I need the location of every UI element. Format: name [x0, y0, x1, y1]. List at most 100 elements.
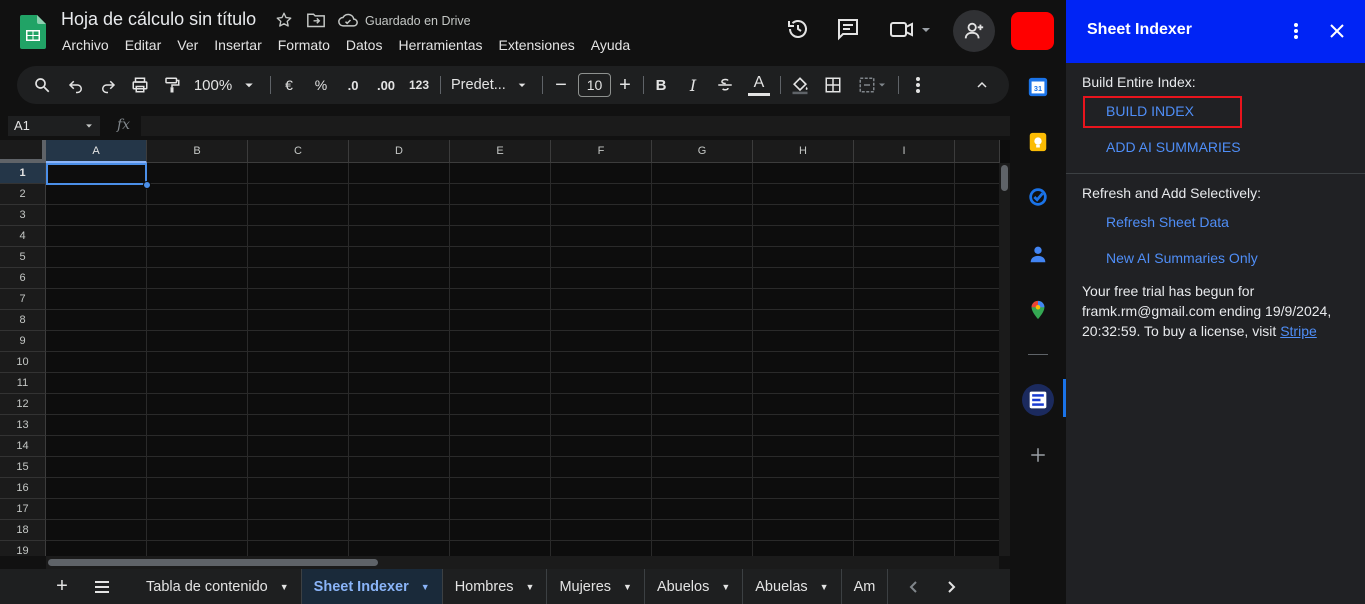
print-icon[interactable] [127, 66, 153, 104]
star-icon[interactable] [275, 11, 295, 31]
column-header[interactable]: G [652, 140, 753, 163]
add-ai-summaries-button[interactable]: ADD AI SUMMARIES [1106, 139, 1241, 155]
search-menus-icon[interactable] [29, 66, 55, 104]
move-folder-icon[interactable] [306, 11, 326, 31]
row-header[interactable]: 9 [0, 331, 46, 352]
name-box[interactable]: A1 [8, 116, 100, 136]
row-header[interactable]: 8 [0, 310, 46, 331]
share-button[interactable] [953, 10, 995, 52]
merge-cells-icon[interactable] [853, 66, 893, 104]
sheet-tab[interactable]: Mujeres ▼ [547, 569, 645, 604]
chevron-down-icon[interactable]: ▼ [623, 582, 632, 592]
column-header[interactable]: A [46, 140, 147, 163]
formula-input[interactable] [141, 116, 1010, 136]
new-ai-summaries-button[interactable]: New AI Summaries Only [1106, 250, 1258, 266]
menu-insertar[interactable]: Insertar [206, 35, 269, 57]
stripe-link[interactable]: Stripe [1280, 323, 1317, 339]
column-header[interactable]: E [450, 140, 551, 163]
sheet-tab[interactable]: Sheet Indexer ▼ [301, 569, 443, 604]
calendar-icon[interactable]: 31 [1025, 74, 1051, 100]
strikethrough-icon[interactable] [714, 66, 736, 104]
sheet-indexer-addon-icon[interactable] [1022, 384, 1054, 416]
decrease-font-size-icon[interactable]: − [551, 66, 571, 104]
more-vert-icon[interactable] [1290, 20, 1302, 42]
all-sheets-icon[interactable] [90, 569, 114, 604]
horizontal-scroll-thumb[interactable] [48, 559, 378, 566]
menu-formato[interactable]: Formato [270, 35, 338, 57]
sheet-tab[interactable]: Abuelas ▼ [743, 569, 842, 604]
increase-font-size-icon[interactable]: + [615, 66, 635, 104]
chevron-down-icon[interactable]: ▼ [721, 582, 730, 592]
menu-ayuda[interactable]: Ayuda [583, 35, 638, 57]
row-header[interactable]: 1 [0, 163, 46, 184]
column-header[interactable]: H [753, 140, 854, 163]
decrease-decimal-button[interactable]: .0 [341, 66, 365, 104]
menu-ver[interactable]: Ver [169, 35, 206, 57]
column-header[interactable]: C [248, 140, 349, 163]
bold-button[interactable]: B [651, 66, 671, 104]
percent-format-button[interactable]: % [311, 66, 331, 104]
currency-format-button[interactable]: € [279, 66, 299, 104]
more-formats-button[interactable]: 123 [407, 66, 431, 104]
row-header[interactable]: 17 [0, 499, 46, 520]
row-header[interactable]: 19 [0, 541, 46, 556]
text-color-button[interactable]: A [746, 66, 772, 104]
chevron-down-icon[interactable]: ▼ [526, 582, 535, 592]
selected-cell[interactable] [46, 163, 147, 185]
menu-extensiones[interactable]: Extensiones [490, 35, 582, 57]
chevron-down-icon[interactable]: ▼ [280, 582, 289, 592]
font-size-input[interactable]: 10 [578, 73, 611, 97]
row-header[interactable]: 13 [0, 415, 46, 436]
get-addons-icon[interactable] [1025, 442, 1051, 468]
chevron-down-icon[interactable]: ▼ [421, 582, 430, 592]
sheet-tab[interactable]: Tabla de contenido ▼ [134, 569, 302, 604]
vertical-scrollbar[interactable] [999, 163, 1010, 556]
maps-icon[interactable] [1025, 297, 1051, 323]
row-header[interactable]: 7 [0, 289, 46, 310]
row-header[interactable]: 12 [0, 394, 46, 415]
row-header[interactable]: 3 [0, 205, 46, 226]
row-header[interactable]: 14 [0, 436, 46, 457]
fill-color-icon[interactable] [787, 66, 813, 104]
horizontal-scrollbar[interactable] [46, 556, 999, 569]
meet-icon[interactable] [886, 15, 934, 43]
scroll-tabs-left-icon[interactable] [903, 569, 923, 604]
row-header[interactable]: 2 [0, 184, 46, 205]
refresh-sheet-data-button[interactable]: Refresh Sheet Data [1106, 214, 1229, 230]
select-all-corner[interactable] [0, 140, 46, 163]
font-select[interactable]: Predet... [451, 66, 533, 104]
column-header[interactable] [955, 140, 1000, 163]
tasks-icon[interactable] [1025, 184, 1051, 210]
row-header[interactable]: 15 [0, 457, 46, 478]
menu-datos[interactable]: Datos [338, 35, 391, 57]
comments-icon[interactable] [834, 15, 862, 43]
document-title[interactable]: Hoja de cálculo sin título [61, 9, 256, 30]
cloud-saved-icon[interactable] [338, 11, 358, 31]
keep-icon[interactable] [1025, 129, 1051, 155]
redo-icon[interactable] [95, 66, 121, 104]
version-history-icon[interactable] [784, 15, 812, 43]
spreadsheet-grid[interactable]: ABCDEFGHI 1 2 3 4 5 6 7 8 9 10 11 12 13 14 15 16 17 18 19 [0, 140, 1010, 556]
zoom-select[interactable]: 100% [193, 66, 259, 104]
increase-decimal-button[interactable]: .00 [372, 66, 400, 104]
row-header[interactable]: 11 [0, 373, 46, 394]
borders-icon[interactable] [820, 66, 846, 104]
row-header[interactable]: 16 [0, 478, 46, 499]
sheet-tab[interactable]: Abuelos ▼ [645, 569, 744, 604]
row-header[interactable]: 10 [0, 352, 46, 373]
cell-area[interactable] [46, 163, 999, 556]
column-header[interactable]: B [147, 140, 248, 163]
row-header[interactable]: 4 [0, 226, 46, 247]
build-index-button[interactable]: BUILD INDEX [1106, 103, 1194, 119]
close-icon[interactable] [1326, 20, 1348, 42]
row-header[interactable]: 6 [0, 268, 46, 289]
scroll-tabs-right-icon[interactable] [942, 569, 962, 604]
row-header[interactable]: 18 [0, 520, 46, 541]
menu-editar[interactable]: Editar [117, 35, 170, 57]
column-header[interactable]: F [551, 140, 652, 163]
more-options-icon[interactable] [908, 66, 928, 104]
collapse-toolbar-icon[interactable] [971, 66, 993, 104]
row-header[interactable]: 5 [0, 247, 46, 268]
paint-format-icon[interactable] [159, 66, 185, 104]
add-sheet-icon[interactable]: + [50, 569, 74, 604]
